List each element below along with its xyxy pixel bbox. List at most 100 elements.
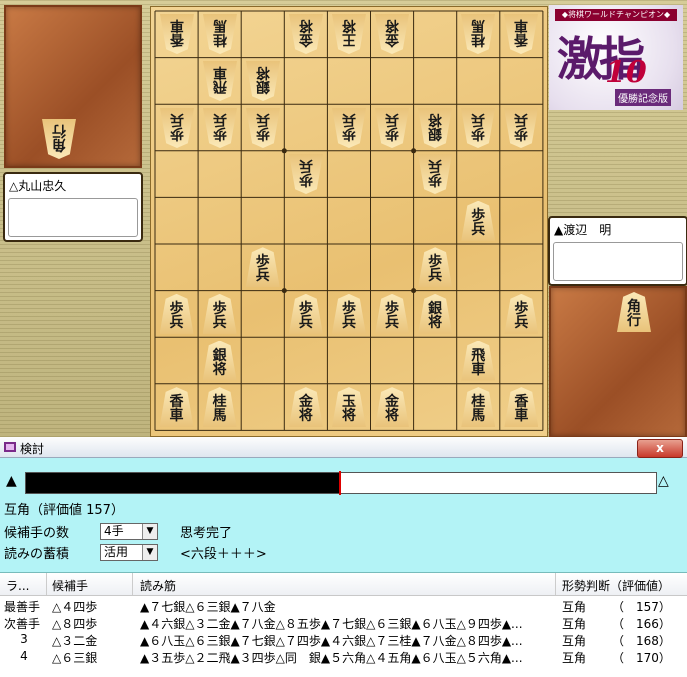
shogi-piece[interactable]: 角行	[617, 292, 651, 332]
shogi-piece[interactable]: 香車	[159, 387, 194, 428]
shogi-piece[interactable]: 歩兵	[202, 293, 237, 334]
analysis-window-titlebar[interactable]: 検討	[0, 437, 687, 458]
piece-char: 兵	[255, 268, 270, 285]
shogi-piece[interactable]: 飛車	[203, 61, 237, 101]
piece-char: 車	[169, 17, 184, 34]
shogi-piece[interactable]: 歩兵	[418, 247, 453, 288]
piece-char: 馬	[212, 408, 227, 425]
shogi-piece[interactable]: 香車	[504, 387, 539, 428]
piece-char: 兵	[514, 110, 529, 127]
cell-rank: 3	[20, 632, 28, 646]
piece-char: 桂	[471, 31, 486, 48]
gote-mark: △	[658, 473, 669, 489]
shogi-piece[interactable]: 歩兵	[245, 247, 280, 288]
shogi-piece[interactable]: 桂馬	[202, 387, 237, 428]
shogi-piece[interactable]: 歩兵	[461, 200, 496, 241]
header-rank[interactable]: ラ...	[6, 577, 29, 594]
shogi-piece[interactable]: 歩兵	[289, 154, 323, 194]
cell-value: （ 170）	[612, 651, 671, 665]
shogi-piece[interactable]: 王将	[332, 14, 366, 54]
shogi-piece[interactable]: 玉将	[331, 387, 366, 428]
piece-char: 将	[341, 408, 356, 425]
shogi-piece[interactable]: 歩兵	[331, 293, 366, 334]
engine-level: <六段＋＋＋>	[180, 547, 267, 562]
table-row[interactable]: 次善手 △８四歩 ▲４六銀△３二金▲７八金△８五歩▲７七銀△６三銀▲６八玉△９四歩▲…	[0, 614, 687, 631]
shogi-piece[interactable]: 香車	[160, 14, 194, 54]
chevron-down-icon[interactable]: ▼	[142, 545, 157, 560]
gote-piece-stand[interactable]: 角行	[4, 5, 142, 168]
shogi-piece[interactable]: 桂馬	[461, 14, 495, 54]
piece-char: 車	[471, 361, 486, 378]
header-line[interactable]: 読み筋	[140, 577, 176, 594]
piece-char: 兵	[298, 157, 313, 174]
accumulate-value: 活用	[104, 545, 129, 559]
piece-char: 兵	[471, 221, 486, 238]
shogi-piece[interactable]: 歩兵	[504, 108, 538, 148]
gekisashi-logo: ◆将棋ワールドチャンピオン◆ 激指 10 優勝記念版	[549, 5, 683, 110]
piece-char: 香	[514, 31, 529, 48]
piece-char: 兵	[255, 110, 270, 127]
piece-char: 金	[298, 31, 313, 48]
accumulate-select[interactable]: 活用 ▼	[100, 544, 158, 561]
shogi-piece[interactable]: 飛車	[461, 340, 496, 381]
evaluation-text: 互角（評価値 157）	[4, 503, 124, 518]
table-row[interactable]: 4 △６三銀 ▲３五歩△２二飛▲３四歩△同 銀▲５六角△４五角▲６八玉△５六角▲..…	[0, 648, 687, 665]
shogi-piece[interactable]: 金将	[375, 14, 409, 54]
shogi-board[interactable]: 香車桂馬金将王将金将桂馬香車銀将飛車歩兵歩兵銀将歩兵歩兵歩兵歩兵歩兵歩兵歩兵歩兵…	[150, 6, 548, 437]
shogi-piece[interactable]: 金将	[288, 387, 323, 428]
shogi-piece[interactable]: 歩兵	[332, 108, 366, 148]
chevron-down-icon[interactable]: ▼	[142, 524, 157, 539]
shogi-piece[interactable]: 角行	[42, 119, 76, 159]
cell-value: （ 157）	[612, 600, 671, 614]
shogi-piece[interactable]: 歩兵	[375, 108, 409, 148]
shogi-piece[interactable]: 歩兵	[418, 154, 452, 194]
shogi-piece[interactable]: 桂馬	[203, 14, 237, 54]
piece-char: 車	[514, 17, 529, 34]
shogi-piece[interactable]: 歩兵	[288, 293, 323, 334]
sente-piece-stand[interactable]: 角行	[549, 286, 687, 438]
close-button[interactable]: x	[637, 439, 683, 458]
piece-char: 兵	[385, 110, 400, 127]
sente-player-name: ▲渡辺 明	[554, 223, 612, 237]
piece-char: 王	[341, 31, 356, 48]
cell-move: △６三銀	[52, 651, 98, 665]
shogi-piece[interactable]: 歩兵	[159, 293, 194, 334]
gote-player-name: △丸山忠久	[9, 179, 67, 193]
logo-banner: ◆将棋ワールドチャンピオン◆	[555, 9, 677, 21]
shogi-piece[interactable]: 歩兵	[504, 293, 539, 334]
table-row[interactable]: 3 △３二金 ▲６八玉△６三銀▲７七銀△７四歩▲４六銀△７三桂▲７八金△８四歩▲..…	[0, 631, 687, 648]
shogi-piece[interactable]: 金将	[375, 387, 410, 428]
piece-char: 車	[514, 408, 529, 425]
shogi-piece[interactable]: 歩兵	[375, 293, 410, 334]
shogi-piece[interactable]: 銀将	[246, 61, 280, 101]
piece-char: 金	[385, 31, 400, 48]
shogi-piece[interactable]: 銀将	[418, 108, 452, 148]
cell-rank: 最善手	[4, 600, 41, 614]
header-move[interactable]: 候補手	[52, 577, 88, 594]
shogi-piece[interactable]: 歩兵	[203, 108, 237, 148]
cell-move: △８四歩	[52, 617, 98, 631]
shogi-piece[interactable]: 金将	[289, 14, 323, 54]
shogi-piece[interactable]: 歩兵	[246, 108, 280, 148]
shogi-piece[interactable]: 歩兵	[461, 108, 495, 148]
header-judgement[interactable]: 形勢判断（評価値）	[562, 577, 670, 594]
piece-char: 兵	[428, 157, 443, 174]
shogi-piece[interactable]: 銀将	[202, 340, 237, 381]
cell-value: （ 168）	[612, 634, 671, 648]
shogi-piece[interactable]: 桂馬	[461, 387, 496, 428]
table-header: ラ... 候補手 読み筋 形勢判断（評価値）	[0, 573, 687, 596]
piece-char: 兵	[169, 110, 184, 127]
shogi-piece[interactable]: 歩兵	[160, 108, 194, 148]
shogi-piece[interactable]: 銀将	[418, 293, 453, 334]
piece-char: 兵	[428, 268, 443, 285]
gote-player-box: △丸山忠久	[3, 172, 143, 242]
candidates-select[interactable]: 4手 ▼	[100, 523, 158, 540]
shogi-piece[interactable]: 香車	[504, 14, 538, 54]
cell-rank: 4	[20, 649, 28, 663]
cell-rank: 次善手	[4, 617, 41, 631]
piece-char: 将	[428, 314, 443, 331]
evaluation-bar-fill	[26, 473, 341, 493]
sente-player-box: ▲渡辺 明	[548, 216, 687, 286]
analysis-panel: ▲ △ 互角（評価値 157） 候補手の数 4手 ▼ 思考完了 読みの蓄積 活用…	[0, 458, 687, 573]
table-row[interactable]: 最善手 △４四歩 ▲７七銀△６三銀▲７八金 互角（ 157）	[0, 597, 687, 614]
